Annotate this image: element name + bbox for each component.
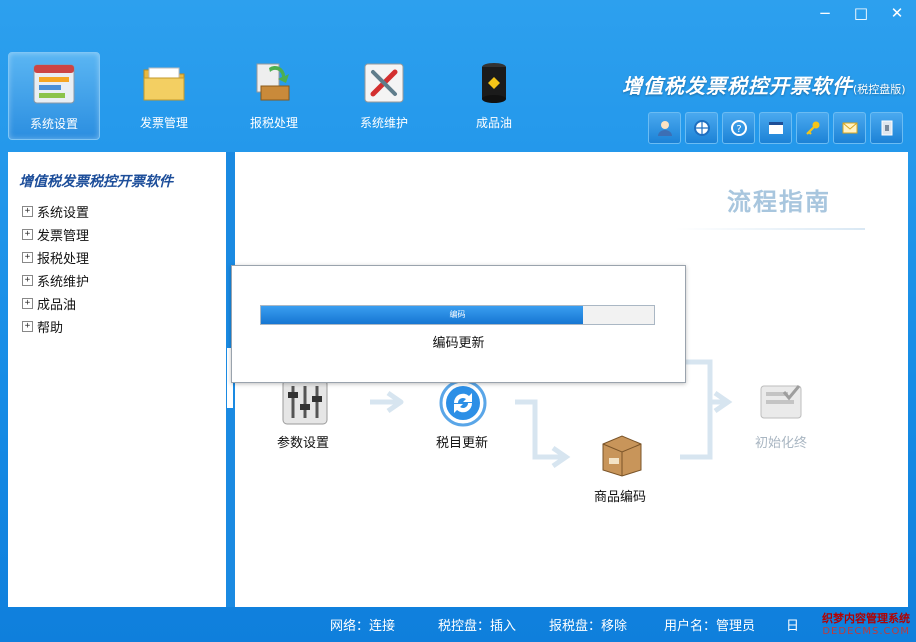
exit-button[interactable] [870,112,903,144]
package-box-icon [602,435,642,477]
status-bar: 网络：连接 税控盘：插入 报税盘：移除 用户名：管理员 日 [0,607,916,642]
flow-label: 税目更新 [436,436,489,451]
help-icon: ? [730,120,747,136]
flow-label: 参数设置 [277,436,330,451]
progress-message: 编码更新 [432,336,485,351]
toolbar-tax-processing[interactable]: 报税处理 [228,52,320,140]
flow-node-tax-update[interactable] [438,378,488,432]
toolbar-label: 系统设置 [29,117,78,131]
oil-barrel-icon [471,60,517,106]
toolbar-label: 报税处理 [249,116,298,130]
tree-item-tax-processing[interactable]: + 报税处理 [22,246,89,269]
tree-item-label: 成品油 [37,298,77,313]
status-tax-control-disk: 税控盘：插入 [438,619,517,634]
refresh-icon [439,379,487,427]
app-window: − □ ✕ 系统设置 发票管理 报税处理 系统维护 成品油 增值税发票税控开票软… [0,0,916,642]
quick-actions: ? [648,112,903,144]
maintenance-tools-icon [361,60,407,106]
progress-dialog: 编码 编码更新 [231,265,686,383]
flow-label: 初始化终 [755,436,808,451]
navigation-tree: + 系统设置 + 发票管理 + 报税处理 + 系统维护 + 成品油 + 帮助 [22,200,89,338]
flow-node-initialization[interactable] [758,380,804,428]
brand-subtitle: (税控盘版) [853,83,906,96]
flow-node-goods-code[interactable] [599,432,645,482]
folder-icon [141,60,187,106]
tree-item-refined-oil[interactable]: + 成品油 [22,292,89,315]
tree-title: 增值税发票税控开票软件 [19,174,173,190]
help-button[interactable]: ? [722,112,755,144]
tree-item-help[interactable]: + 帮助 [22,315,89,338]
window-button[interactable] [759,112,792,144]
toolbar-refined-oil[interactable]: 成品油 [448,52,540,140]
mail-icon [842,122,857,134]
tree-item-label: 帮助 [37,321,64,336]
progress-bar: 编码 [260,305,655,325]
init-terminal-icon [760,385,802,419]
toolbar-system-maintenance[interactable]: 系统维护 [338,52,430,140]
expand-icon[interactable]: + [22,229,33,240]
watermark-line2: DEDECMS.COM [822,626,910,637]
watermark: 织梦内容管理系统 DEDECMS.COM [822,612,910,638]
tree-item-label: 系统设置 [37,206,90,221]
progress-bar-text: 编码 [449,310,466,319]
tree-item-system-maintenance[interactable]: + 系统维护 [22,269,89,292]
minimize-button[interactable]: − [816,4,834,22]
exit-icon [881,120,892,136]
toolbar-label: 成品油 [475,116,512,130]
status-tax-report-disk: 报税盘：移除 [549,619,628,634]
expand-icon[interactable]: + [22,252,33,263]
window-icon [768,122,783,134]
tree-item-label: 报税处理 [37,252,90,267]
brand-title: 增值税发票税控开票软件(税控盘版) [622,70,906,99]
window-controls: − □ ✕ [816,4,906,22]
expand-icon[interactable]: + [22,275,33,286]
expand-icon[interactable]: + [22,321,33,332]
key-button[interactable] [796,112,829,144]
main-toolbar: 系统设置 发票管理 报税处理 系统维护 成品油 [8,52,540,140]
watermark-line1: 织梦内容管理系统 [822,612,910,625]
navigation-tree-panel: 增值税发票税控开票软件 + 系统设置 + 发票管理 + 报税处理 + 系统维护 + 成品油… [8,152,226,607]
tree-item-invoice-management[interactable]: + 发票管理 [22,223,89,246]
key-icon [805,121,819,135]
flow-label: 商品编码 [594,490,647,505]
toolbar-label: 发票管理 [139,116,188,130]
sliders-icon [282,379,328,425]
network-button[interactable] [685,112,718,144]
tax-report-icon [251,60,297,106]
toolbar-label: 系统维护 [359,116,408,130]
status-date: 日 [786,619,800,634]
tree-item-system-settings[interactable]: + 系统设置 [22,200,89,223]
toolbar-system-settings[interactable]: 系统设置 [8,52,100,140]
toolbar-invoice-management[interactable]: 发票管理 [118,52,210,140]
maximize-button[interactable]: □ [852,4,870,22]
status-username: 用户名：管理员 [664,619,756,634]
expand-icon[interactable]: + [22,298,33,309]
user-icon [657,121,672,136]
brand-title-text: 增值税发票税控开票软件 [622,74,853,98]
settings-panel-icon [31,61,77,107]
user-button[interactable] [648,112,681,144]
close-button[interactable]: ✕ [888,4,906,22]
expand-icon[interactable]: + [22,206,33,217]
svg-text:?: ? [736,124,741,135]
flow-node-parameters[interactable] [281,378,329,430]
tree-item-label: 发票管理 [37,229,90,244]
status-network: 网络：连接 [330,619,396,634]
tree-item-label: 系统维护 [37,275,90,290]
globe-icon [693,120,710,136]
mail-button[interactable] [833,112,866,144]
